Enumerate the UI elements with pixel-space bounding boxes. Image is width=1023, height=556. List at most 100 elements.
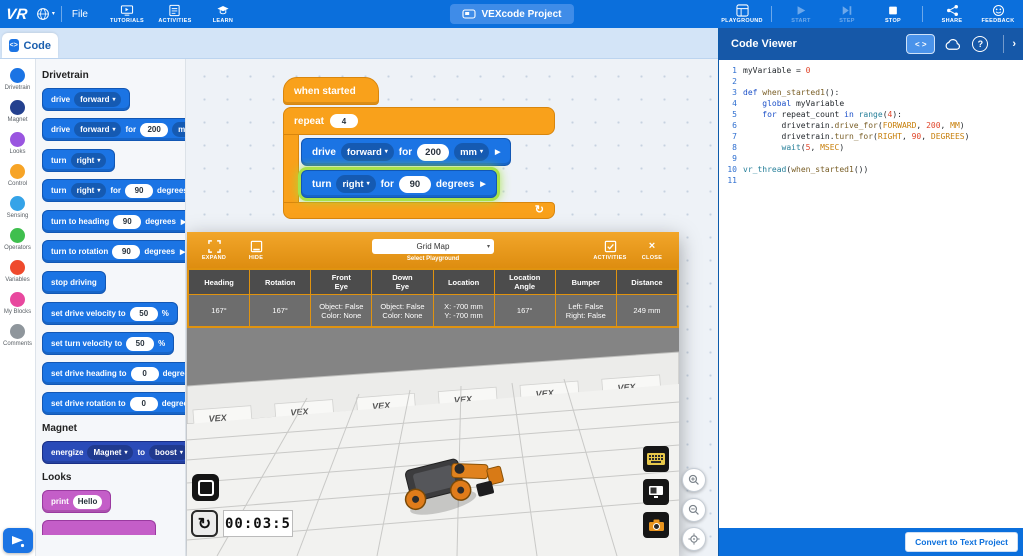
project-title-button[interactable]: VEXcode Project bbox=[449, 4, 573, 24]
category-variables[interactable]: Variables bbox=[0, 260, 35, 283]
value-input[interactable]: 50 bbox=[130, 307, 158, 321]
value-input[interactable]: 90 bbox=[125, 184, 153, 198]
expand-arrow-icon[interactable]: ▶ bbox=[480, 180, 485, 188]
block-repeat[interactable]: repeat 4 driveforward▾for200mm▾▶turnrigh… bbox=[283, 107, 555, 219]
share-icon bbox=[946, 4, 959, 17]
dropdown-right[interactable]: right▾ bbox=[336, 175, 375, 193]
block-drive-for[interactable]: driveforward▾for200mm▾▶ bbox=[42, 118, 186, 141]
file-menu[interactable]: File bbox=[72, 9, 88, 20]
value-input[interactable]: 90 bbox=[399, 176, 431, 193]
start-button[interactable]: START bbox=[778, 4, 824, 24]
dropdown-right[interactable]: right▾ bbox=[71, 183, 107, 198]
category-control[interactable]: Control bbox=[0, 164, 35, 187]
value-input[interactable]: Hello bbox=[73, 495, 103, 509]
category-magnet[interactable]: Magnet bbox=[0, 100, 35, 123]
block-drive[interactable]: driveforward▾ bbox=[42, 88, 130, 111]
expand-arrow-icon[interactable]: ▶ bbox=[181, 218, 186, 226]
expand-button[interactable]: EXPAND bbox=[193, 240, 235, 261]
mascot-help-button[interactable] bbox=[3, 528, 33, 553]
camera-icon bbox=[648, 518, 665, 532]
tutorials-button[interactable]: TUTORIALS bbox=[104, 4, 150, 24]
code-line: 2 bbox=[719, 76, 1023, 87]
playground-titlebar[interactable]: EXPAND HIDE Grid Map ▾ Select Playground… bbox=[187, 232, 679, 268]
dashboard-value-cell: Left: FalseRight: False bbox=[556, 295, 616, 326]
block-label: degrees bbox=[163, 369, 186, 378]
block-drive-for[interactable]: driveforward▾for200mm▾▶ bbox=[301, 138, 511, 166]
repeat-count-input[interactable]: 4 bbox=[330, 114, 358, 128]
value-input[interactable]: 50 bbox=[126, 337, 154, 351]
dashboard-view-button[interactable] bbox=[643, 479, 669, 505]
stop-button[interactable]: STOP bbox=[870, 4, 916, 24]
dropdown-forward[interactable]: forward▾ bbox=[341, 143, 394, 161]
block-turn-to-rotation-degrees[interactable]: turn to rotation90degrees▶ bbox=[42, 240, 186, 263]
zoom-reset-button[interactable] bbox=[682, 527, 706, 551]
value-input[interactable]: 200 bbox=[417, 144, 449, 161]
feedback-button[interactable]: FEEDBACK bbox=[975, 4, 1021, 24]
help-button[interactable]: ? bbox=[972, 36, 988, 52]
collapse-code-viewer-button[interactable]: › bbox=[1003, 35, 1016, 53]
value-input[interactable]: 90 bbox=[112, 245, 140, 259]
block-stop-driving[interactable]: stop driving bbox=[42, 271, 106, 294]
zoom-out-button[interactable] bbox=[682, 498, 706, 522]
block-energize-to[interactable]: energizeMagnet▾toboost▾ bbox=[42, 441, 186, 464]
value-input[interactable]: 200 bbox=[140, 123, 168, 137]
line-number: 4 bbox=[719, 98, 743, 109]
block-turn[interactable]: turnright▾ bbox=[42, 149, 115, 172]
palette-block-partial[interactable] bbox=[42, 520, 156, 535]
playground-3d-viewport[interactable]: VEX VEX VEX VEX VEX VEX bbox=[187, 328, 679, 556]
block-print[interactable]: printHello bbox=[42, 490, 111, 513]
step-button[interactable]: STEP bbox=[824, 4, 870, 24]
block-workspace[interactable]: when started repeat 4 driveforward▾for20… bbox=[186, 58, 718, 556]
dropdown-forward[interactable]: forward▾ bbox=[74, 92, 121, 107]
camera-view-button[interactable] bbox=[643, 512, 669, 538]
dropdown-mm[interactable]: mm▾ bbox=[172, 122, 186, 137]
block-set-drive-velocity-to[interactable]: set drive velocity to50% bbox=[42, 302, 178, 325]
expand-arrow-icon[interactable]: ▶ bbox=[180, 248, 185, 256]
cloud-download-icon[interactable] bbox=[944, 37, 963, 51]
viewport-corner-button[interactable] bbox=[192, 474, 219, 501]
language-menu[interactable]: ▾ bbox=[36, 7, 55, 21]
zoom-in-button[interactable] bbox=[682, 468, 706, 492]
category-comments[interactable]: Comments bbox=[0, 324, 35, 347]
block-set-drive-rotation-to-degrees[interactable]: set drive rotation to0degrees bbox=[42, 392, 186, 415]
category-sensing[interactable]: Sensing bbox=[0, 196, 35, 219]
share-button[interactable]: SHARE bbox=[929, 4, 975, 24]
playground-select[interactable]: Grid Map ▾ bbox=[372, 239, 494, 254]
code-editor[interactable]: 1myVariable = 023def when_started1():4 g… bbox=[719, 60, 1023, 528]
dropdown-right[interactable]: right▾ bbox=[71, 153, 107, 168]
category-operators[interactable]: Operators bbox=[0, 228, 35, 251]
block-set-turn-velocity-to[interactable]: set turn velocity to50% bbox=[42, 332, 174, 355]
keyboard-control-button[interactable] bbox=[643, 446, 669, 472]
category-my-blocks[interactable]: My Blocks bbox=[0, 292, 35, 315]
block-when-started[interactable]: when started bbox=[283, 77, 379, 105]
restart-sim-button[interactable]: ↻ bbox=[191, 510, 218, 537]
repeat-header[interactable]: repeat 4 bbox=[283, 107, 555, 135]
block-turn-for-degrees[interactable]: turnright▾for90degrees▶ bbox=[301, 170, 497, 198]
playground-button[interactable]: PLAYGROUND bbox=[719, 4, 765, 24]
block-turn-to-heading-degrees[interactable]: turn to heading90degrees▶ bbox=[42, 210, 186, 233]
expand-arrow-icon[interactable]: ▶ bbox=[495, 148, 500, 156]
value-input[interactable]: 90 bbox=[113, 215, 141, 229]
convert-to-text-button[interactable]: Convert to Text Project bbox=[905, 532, 1018, 552]
block-turn-for-degrees[interactable]: turnright▾for90degrees▶ bbox=[42, 179, 186, 202]
value-input[interactable]: 0 bbox=[130, 397, 158, 411]
block-set-drive-heading-to-degrees[interactable]: set drive heading to0degrees bbox=[42, 362, 186, 385]
playground-close-button[interactable]: × CLOSE bbox=[631, 240, 673, 261]
dropdown-mm[interactable]: mm▾ bbox=[454, 143, 489, 161]
start-label: START bbox=[791, 18, 810, 24]
dropdown-boost[interactable]: boost▾ bbox=[149, 445, 186, 460]
tab-code[interactable]: <> Code bbox=[2, 33, 58, 58]
hide-button[interactable]: HIDE bbox=[235, 240, 277, 261]
monitor-icon bbox=[648, 485, 664, 499]
code-view-button[interactable]: < > bbox=[906, 34, 935, 54]
dropdown-magnet[interactable]: Magnet▾ bbox=[87, 445, 133, 460]
activities-button[interactable]: ACTIVITIES bbox=[152, 4, 198, 24]
code-viewer-footer: Convert to Text Project bbox=[719, 528, 1023, 556]
value-input[interactable]: 0 bbox=[131, 367, 159, 381]
category-drivetrain[interactable]: Drivetrain bbox=[0, 68, 35, 91]
block-label: stop driving bbox=[51, 278, 97, 287]
playground-activities-button[interactable]: ACTIVITIES bbox=[589, 240, 631, 261]
category-looks[interactable]: Looks bbox=[0, 132, 35, 155]
dropdown-forward[interactable]: forward▾ bbox=[74, 122, 121, 137]
learn-button[interactable]: LEARN bbox=[200, 4, 246, 24]
